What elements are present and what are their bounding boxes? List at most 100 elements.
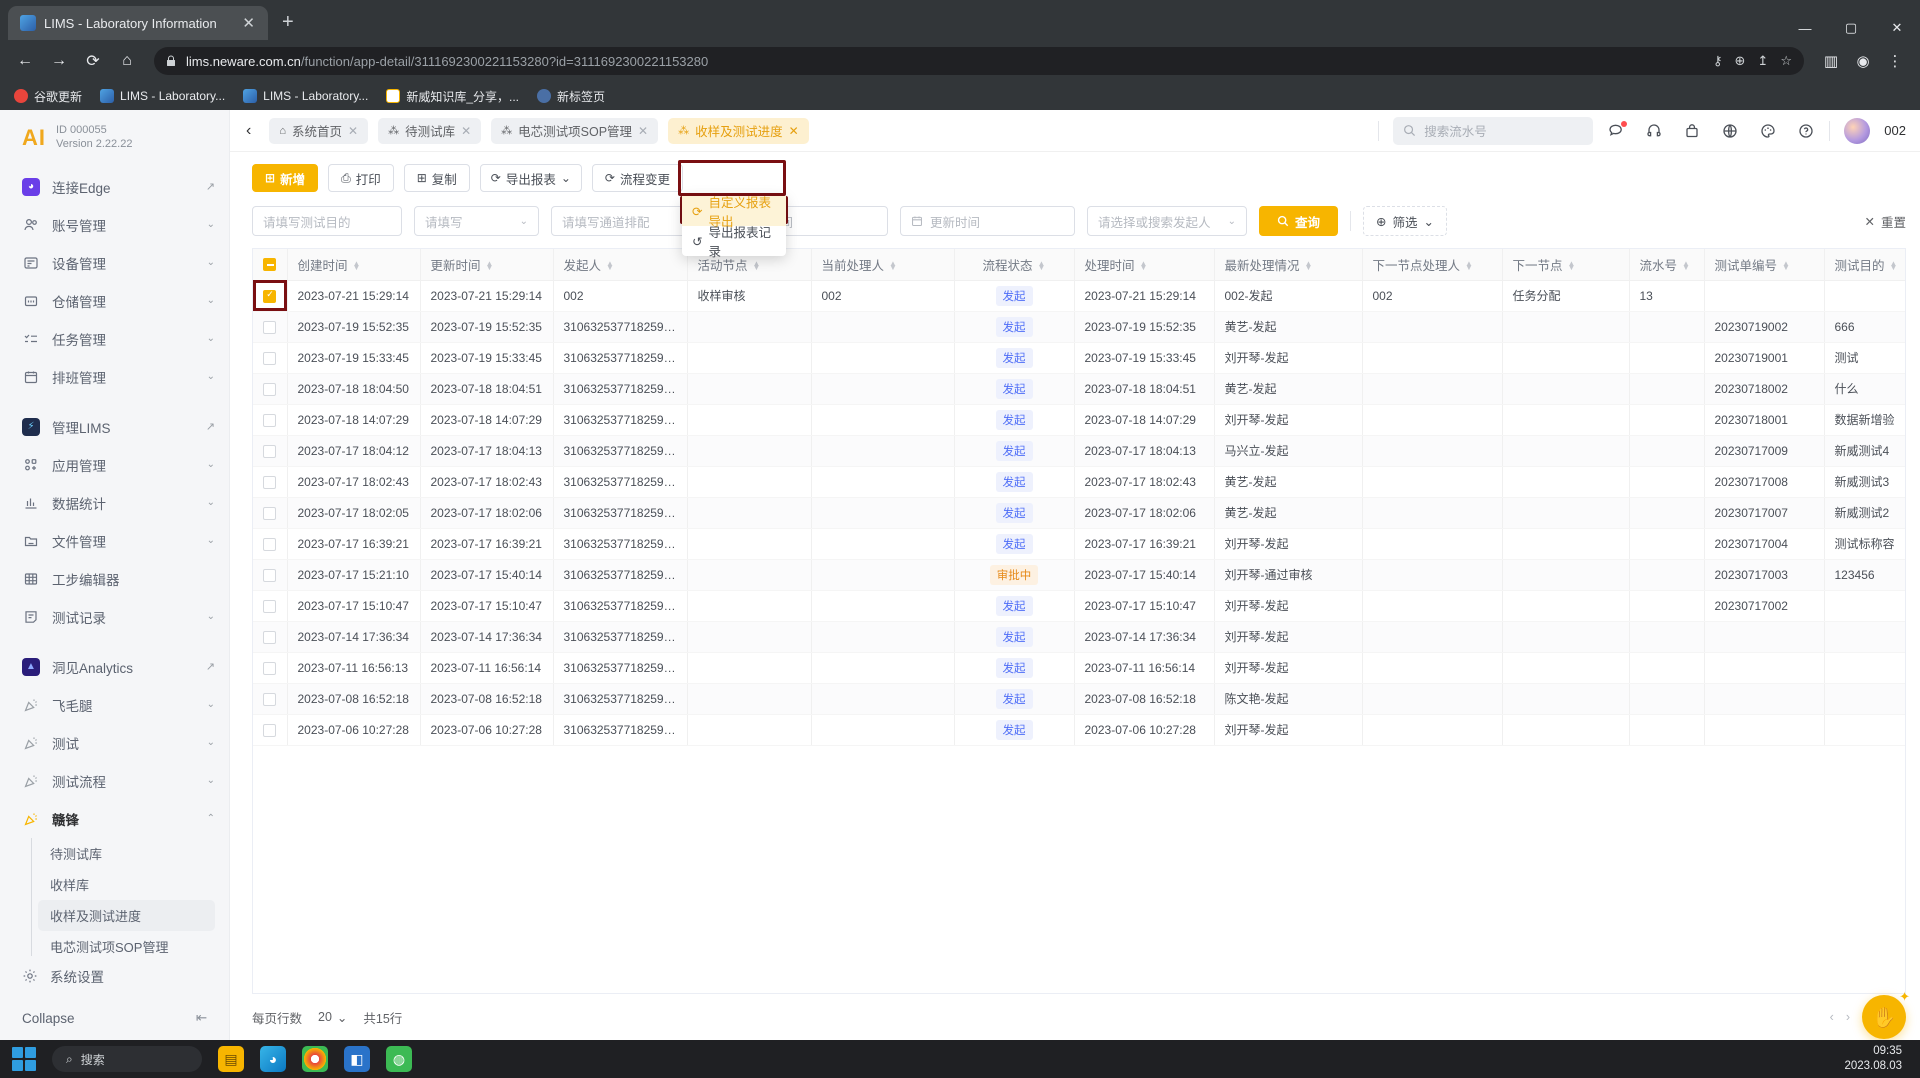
column-purpose[interactable]: 测试目的 ▲ ▼ (1824, 249, 1905, 281)
table-row[interactable]: 2023-07-18 14:07:29 2023-07-18 14:07:29 31… (253, 404, 1905, 436)
forward-icon[interactable]: → (44, 46, 74, 76)
minimize-icon[interactable]: — (1782, 21, 1828, 36)
zoom-icon[interactable]: ⊕ (1735, 53, 1746, 69)
table-row[interactable]: 2023-07-19 15:33:45 2023-07-19 15:33:45 31… (253, 342, 1905, 374)
row-checkbox-cell[interactable] (253, 528, 288, 560)
column-latest[interactable]: 最新处理情况 ▲ ▼ (1214, 249, 1363, 281)
table-row[interactable]: 2023-07-17 18:02:05 2023-07-17 18:02:06 31… (253, 497, 1905, 529)
address-bar[interactable]: lims.neware.com.cn/function/app-detail/3… (154, 47, 1804, 75)
close-icon[interactable]: ✕ (789, 124, 799, 138)
sidebar-subitem-sample-lib[interactable]: 收样库 (38, 869, 229, 900)
table-row[interactable]: 2023-07-17 15:10:47 2023-07-17 15:10:47 31… (253, 590, 1905, 622)
secondary-select-field[interactable]: 请填写 ⌄ (414, 206, 539, 236)
sort-icon[interactable]: ▲ ▼ (889, 260, 897, 272)
headset-icon[interactable] (1645, 122, 1663, 140)
sidebar-item-analytics[interactable]: ▲ 洞见Analytics ↗ (0, 648, 229, 686)
tab-sop-management[interactable]: ⁂ 电芯测试项SOP管理 ✕ (491, 117, 659, 144)
row-checkbox-cell[interactable] (253, 497, 288, 529)
close-icon[interactable]: ✕ (239, 14, 258, 33)
wechat-icon[interactable]: ◍ (386, 1046, 412, 1072)
row-checkbox-cell[interactable] (253, 559, 288, 591)
sidebar-item-statistics[interactable]: 数据统计 ⌄ (0, 484, 229, 522)
bag-icon[interactable] (1683, 122, 1701, 140)
table-row[interactable]: 2023-07-17 18:04:12 2023-07-17 18:04:13 31… (253, 435, 1905, 467)
sidebar-item-ganfeng[interactable]: 赣锋 ⌃ (0, 800, 229, 838)
close-icon[interactable]: ✕ (461, 124, 471, 138)
sidebar-item-devices[interactable]: 设备管理 ⌄ (0, 244, 229, 282)
app-icon[interactable]: ◧ (344, 1046, 370, 1072)
query-button[interactable]: 查询 (1259, 206, 1339, 236)
table-row[interactable]: 2023-07-17 16:39:21 2023-07-17 16:39:21 31… (253, 528, 1905, 560)
sort-icon[interactable]: ▲ ▼ (1305, 260, 1313, 272)
split-screen-icon[interactable]: ▥ (1816, 46, 1846, 76)
palette-icon[interactable] (1759, 122, 1777, 140)
column-test-no[interactable]: 测试单编号 ▲ ▼ (1704, 249, 1825, 281)
profile-icon[interactable]: ◉ (1848, 46, 1878, 76)
sidebar-item-test-flow[interactable]: 测试流程 ⌄ (0, 762, 229, 800)
share-icon[interactable]: ↥ (1757, 53, 1768, 69)
taskbar-search[interactable]: ⌕ 搜索 (52, 1046, 202, 1072)
sidebar-subitem-pending-test-lib[interactable]: 待测试库 (38, 838, 229, 869)
table-row[interactable]: 2023-07-11 16:56:13 2023-07-11 16:56:14 31… (253, 652, 1905, 684)
row-checkbox[interactable] (263, 692, 277, 706)
sort-icon[interactable]: ▲ ▼ (1140, 260, 1148, 272)
bookmark-item[interactable]: LIMS - Laboratory... (243, 89, 368, 103)
row-checkbox-cell[interactable] (253, 714, 288, 746)
sidebar-item-apps[interactable]: 应用管理 ⌄ (0, 446, 229, 484)
row-checkbox[interactable] (263, 413, 277, 427)
row-checkbox-cell[interactable] (253, 280, 288, 312)
table-row[interactable]: 2023-07-14 17:36:34 2023-07-14 17:36:34 31… (253, 621, 1905, 653)
tab-system-home[interactable]: ⌂ 系统首页 ✕ (269, 117, 369, 144)
table-row[interactable]: 2023-07-18 18:04:50 2023-07-18 18:04:51 31… (253, 373, 1905, 405)
select-all-checkbox[interactable] (263, 258, 277, 272)
taskbar-clock[interactable]: 09:35 2023.08.03 (1844, 1044, 1908, 1074)
sidebar-item-feimaotui[interactable]: 飞毛腿 ⌄ (0, 686, 229, 724)
dropdown-item-export-history[interactable]: ↺ 导出报表记录 (682, 226, 786, 259)
table-row[interactable]: 2023-07-17 15:21:10 2023-07-17 15:40:14 31… (253, 559, 1905, 591)
maximize-icon[interactable]: ▢ (1828, 20, 1874, 36)
row-checkbox-cell[interactable] (253, 466, 288, 498)
edge-icon[interactable]: ◕ (260, 1046, 286, 1072)
table-row[interactable]: 2023-07-19 15:52:35 2023-07-19 15:52:35 31… (253, 311, 1905, 343)
tabs-back-icon[interactable]: ‹ (238, 122, 259, 140)
row-checkbox-cell[interactable] (253, 404, 288, 436)
start-button-icon[interactable] (12, 1047, 36, 1071)
new-tab-button[interactable]: + (282, 11, 294, 34)
row-checkbox[interactable] (263, 630, 277, 644)
row-checkbox-cell[interactable] (253, 373, 288, 405)
row-checkbox-cell[interactable] (253, 435, 288, 467)
close-icon[interactable]: ✕ (348, 124, 358, 138)
avatar[interactable] (1844, 117, 1871, 144)
sort-icon[interactable]: ▲ ▼ (753, 260, 761, 272)
back-icon[interactable]: ← (10, 46, 40, 76)
sort-icon[interactable]: ▲ ▼ (1465, 260, 1473, 272)
sidebar-subitem-sampling-progress[interactable]: 收样及测试进度 (38, 899, 215, 931)
flow-change-button[interactable]: ⟳ 流程变更 (591, 164, 683, 192)
row-checkbox-cell[interactable] (253, 590, 288, 622)
row-checkbox[interactable] (263, 537, 277, 551)
sidebar-collapse-button[interactable]: Collapse ⇤ (0, 996, 229, 1040)
table-row[interactable]: 2023-07-17 18:02:43 2023-07-17 18:02:43 31… (253, 466, 1905, 498)
sidebar-item-files[interactable]: 文件管理 ⌄ (0, 522, 229, 560)
sidebar-item-step-editor[interactable]: 工步编辑器 (0, 560, 229, 598)
row-checkbox[interactable] (263, 320, 277, 334)
sort-icon[interactable]: ▲ ▼ (1890, 260, 1898, 272)
sidebar-item-test-records[interactable]: 测试记录 ⌄ (0, 598, 229, 636)
sort-icon[interactable]: ▲ ▼ (1682, 260, 1690, 272)
bookmark-item[interactable]: 谷歌更新 (14, 88, 82, 105)
sort-icon[interactable]: ▲ ▼ (353, 260, 361, 272)
row-checkbox[interactable] (263, 289, 277, 303)
row-checkbox-cell[interactable] (253, 342, 288, 374)
initiator-select-field[interactable]: 请选择或搜索发起人 ⌄ (1087, 206, 1247, 236)
globe-icon[interactable] (1721, 122, 1739, 140)
browser-tab[interactable]: LIMS - Laboratory Information ✕ (8, 6, 268, 40)
close-icon[interactable]: ✕ (638, 124, 648, 138)
copy-button[interactable]: ⊞ 复制 (403, 164, 470, 192)
tab-pending-test-lib[interactable]: ⁂ 待测试库 ✕ (378, 117, 482, 144)
home-icon[interactable]: ⌂ (112, 46, 142, 76)
row-checkbox[interactable] (263, 599, 277, 613)
sidebar-item-warehouse[interactable]: 仓储管理 ⌄ (0, 282, 229, 320)
sort-icon[interactable]: ▲ ▼ (1038, 260, 1046, 272)
row-checkbox[interactable] (263, 506, 277, 520)
sort-icon[interactable]: ▲ ▼ (1782, 260, 1790, 272)
